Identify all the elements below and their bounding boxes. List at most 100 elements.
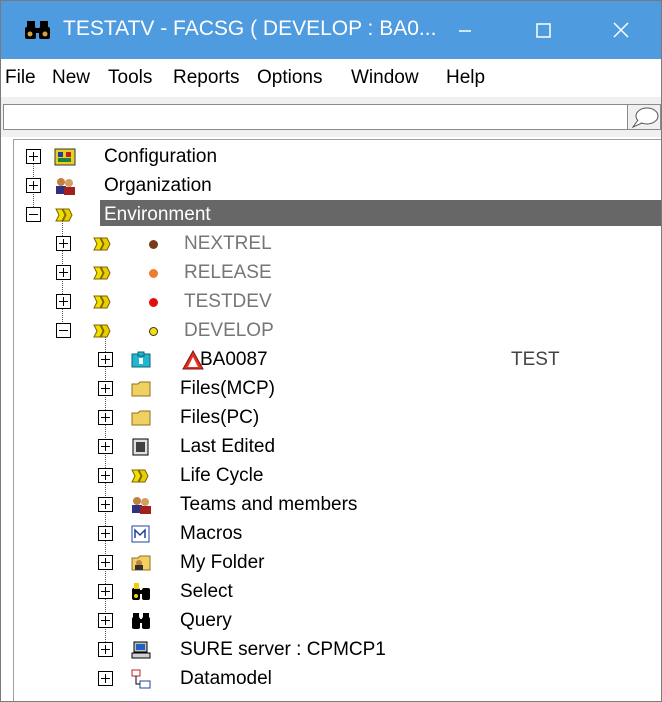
expand-toggle[interactable]: [98, 410, 113, 425]
tree-node-label: Life Cycle: [180, 465, 264, 486]
close-icon: [613, 22, 629, 38]
menu-tools[interactable]: Tools: [108, 66, 152, 90]
expand-toggle[interactable]: [56, 265, 71, 280]
expand-toggle[interactable]: [98, 497, 113, 512]
tree-node-my-folder[interactable]: My Folder: [14, 549, 654, 578]
tree-node-life-cycle[interactable]: Life Cycle: [14, 462, 654, 491]
tree-node-datamodel[interactable]: Datamodel: [14, 665, 654, 694]
configuration-icon: [54, 148, 76, 166]
collapse-toggle[interactable]: [56, 323, 71, 338]
maximize-icon: [536, 23, 551, 38]
tree-node-label: TESTDEV: [184, 291, 272, 312]
tree-node-label: NEXTREL: [184, 233, 272, 254]
environment-icon: [93, 237, 111, 251]
menu-reports[interactable]: Reports: [173, 66, 240, 90]
tree-node-label: Query: [180, 610, 232, 631]
environment-icon: [93, 266, 111, 280]
navigation-tree[interactable]: Configuration Organization Environment N…: [13, 139, 661, 701]
expand-toggle[interactable]: [98, 439, 113, 454]
folder-icon: [131, 381, 151, 397]
expand-toggle[interactable]: [26, 178, 41, 193]
chat-button[interactable]: [627, 104, 661, 130]
expand-toggle[interactable]: [98, 584, 113, 599]
expand-toggle[interactable]: [98, 642, 113, 657]
maximize-button[interactable]: [511, 1, 575, 59]
close-button[interactable]: [589, 1, 653, 59]
project-icon: [131, 351, 151, 368]
tree-node-label: Last Edited: [180, 436, 276, 457]
tree-node-label: DEVELOP: [184, 320, 274, 341]
tree-node-label: Files(MCP): [180, 378, 275, 399]
tree-node-teams[interactable]: Teams and members: [14, 491, 654, 520]
query-binoculars-icon: [132, 613, 150, 629]
tree-node-label: Teams and members: [180, 494, 358, 515]
tree-node-label: Macros: [180, 523, 243, 544]
tree-node-label: Select: [180, 581, 233, 602]
tree-node-files-mcp[interactable]: Files(MCP): [14, 375, 654, 404]
teams-icon: [132, 497, 151, 514]
tree-node-env-develop[interactable]: DEVELOP: [14, 317, 654, 346]
tree-node-environment[interactable]: Environment: [14, 201, 654, 230]
menu-new[interactable]: New: [52, 66, 90, 90]
tree-node-files-pc[interactable]: Files(PC): [14, 404, 654, 433]
status-dot: [149, 269, 158, 278]
tree-node-label: BA0087: [200, 349, 268, 370]
menu-help[interactable]: Help: [446, 66, 485, 90]
expand-toggle[interactable]: [98, 555, 113, 570]
environment-icon: [93, 295, 111, 309]
tree-node-last-edited[interactable]: Last Edited: [14, 433, 654, 462]
tree-node-ba0087[interactable]: BA0087 TEST: [14, 346, 654, 375]
menu-options[interactable]: Options: [257, 66, 322, 90]
minimize-icon: [459, 30, 471, 32]
tree-node-sure-server[interactable]: SURE server : CPMCP1: [14, 636, 654, 665]
tree-node-label: Environment: [104, 204, 211, 225]
menu-window[interactable]: Window: [351, 66, 419, 90]
macros-icon: [131, 525, 150, 543]
command-strip: [1, 97, 661, 137]
command-input[interactable]: [3, 104, 627, 130]
last-edited-icon: [132, 438, 149, 456]
application-window: TESTATV - FACSG ( DEVELOP : BA0... File …: [0, 0, 662, 702]
expand-toggle[interactable]: [98, 352, 113, 367]
expand-toggle[interactable]: [98, 526, 113, 541]
menu-file[interactable]: File: [5, 66, 36, 90]
status-dot: [149, 327, 158, 336]
tree-node-select[interactable]: Select: [14, 578, 654, 607]
collapse-toggle[interactable]: [26, 207, 41, 222]
tree-node-configuration[interactable]: Configuration: [14, 143, 654, 172]
expand-toggle[interactable]: [26, 149, 41, 164]
tree-node-label: RELEASE: [184, 262, 272, 283]
environment-icon: [93, 324, 111, 338]
expand-toggle[interactable]: [98, 613, 113, 628]
tree-node-env-nextrel[interactable]: NEXTREL: [14, 230, 654, 259]
tree-node-label: My Folder: [180, 552, 265, 573]
organization-icon: [56, 178, 75, 195]
tree-node-env-release[interactable]: RELEASE: [14, 259, 654, 288]
expand-toggle[interactable]: [98, 468, 113, 483]
folder-icon: [131, 410, 151, 426]
tree-node-organization[interactable]: Organization: [14, 172, 654, 201]
tree-node-label: Files(PC): [180, 407, 260, 428]
environment-icon: [55, 208, 73, 222]
title-bar[interactable]: TESTATV - FACSG ( DEVELOP : BA0...: [1, 1, 661, 59]
expand-toggle[interactable]: [56, 294, 71, 309]
tree-node-query[interactable]: Query: [14, 607, 654, 636]
tree-node-label: Organization: [104, 175, 212, 196]
tree-node-macros[interactable]: Macros: [14, 520, 654, 549]
expand-toggle[interactable]: [56, 236, 71, 251]
expand-toggle[interactable]: [98, 381, 113, 396]
tree-node-label: Configuration: [104, 146, 218, 167]
tree-node-env-testdev[interactable]: TESTDEV: [14, 288, 654, 317]
my-folder-icon: [131, 555, 151, 571]
select-binoculars-icon: [132, 583, 150, 600]
server-icon: [131, 641, 151, 659]
minimize-button[interactable]: [433, 1, 497, 59]
speech-bubble-icon: [631, 107, 659, 129]
expand-toggle[interactable]: [98, 671, 113, 686]
menu-bar: File New Tools Reports Options Window He…: [1, 59, 661, 98]
status-dot: [149, 298, 158, 307]
life-cycle-icon: [131, 469, 149, 483]
datamodel-icon: [131, 669, 151, 689]
tree-node-extra: TEST: [511, 349, 560, 370]
tree-node-label: SURE server : CPMCP1: [180, 639, 386, 660]
